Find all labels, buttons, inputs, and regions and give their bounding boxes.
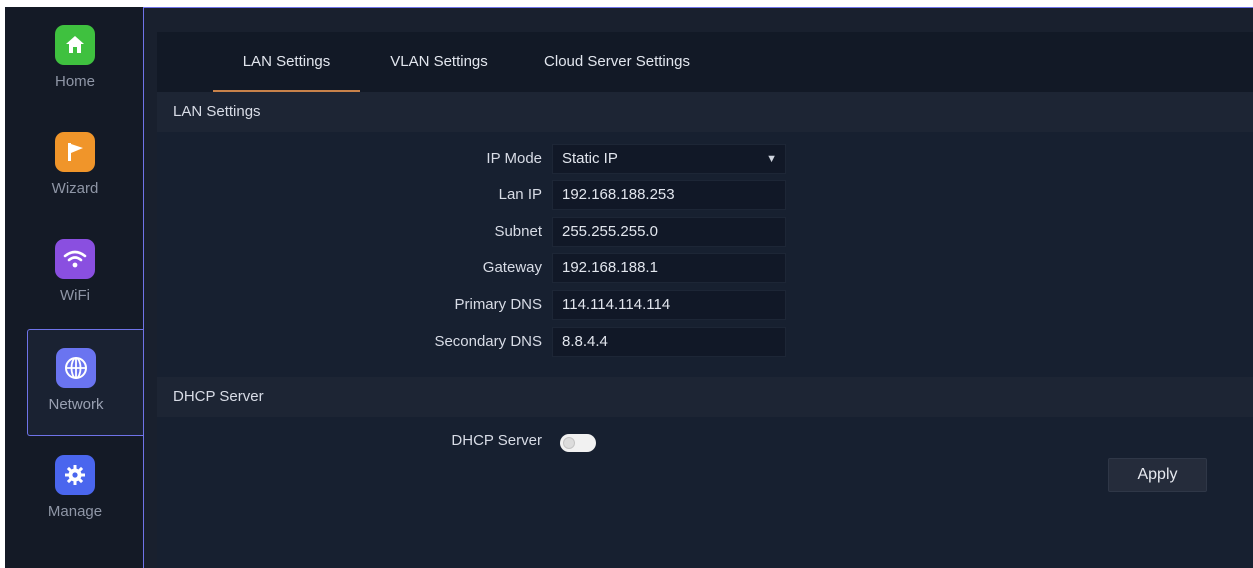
gateway-input[interactable]: 192.168.188.1 <box>552 253 786 283</box>
subnet-row: Subnet 255.255.255.0 <box>157 217 1253 247</box>
sidebar-item-label: Manage <box>47 503 103 520</box>
lan-ip-row: Lan IP 192.168.188.253 <box>157 180 1253 210</box>
sidebar-item-label: Wizard <box>51 180 99 197</box>
screen: Home Wizard WiFi Network Manage LAN Sett… <box>0 0 1253 568</box>
subnet-input[interactable]: 255.255.255.0 <box>552 217 786 247</box>
tab-cloud-server-settings[interactable]: Cloud Server Settings <box>527 32 707 92</box>
flag-icon <box>55 132 95 172</box>
section-header-dhcp: DHCP Server <box>157 377 1253 417</box>
dropdown-arrow-icon: ▼ <box>766 153 777 165</box>
sidebar-item-label: Network <box>48 396 104 413</box>
home-icon <box>55 25 95 65</box>
dhcp-server-row: DHCP Server <box>157 430 1253 460</box>
primary-dns-input[interactable]: 114.114.114.114 <box>552 290 786 320</box>
sidebar: Home Wizard WiFi Network Manage <box>5 7 143 568</box>
toggle-knob <box>563 437 575 449</box>
section-header-lan: LAN Settings <box>157 92 1253 132</box>
subnet-label: Subnet <box>494 223 542 240</box>
secondary-dns-input[interactable]: 8.8.4.4 <box>552 327 786 357</box>
lan-ip-label: Lan IP <box>498 186 542 203</box>
section-title: LAN Settings <box>173 103 261 120</box>
ip-mode-row: IP Mode Static IP ▼ <box>157 144 1253 174</box>
router-admin-app: Home Wizard WiFi Network Manage LAN Sett… <box>5 7 1253 568</box>
ip-mode-label: IP Mode <box>486 150 542 167</box>
sidebar-item-manage[interactable]: Manage <box>27 437 143 544</box>
sidebar-item-wizard[interactable]: Wizard <box>27 114 143 221</box>
globe-icon <box>56 348 96 388</box>
dhcp-server-label: DHCP Server <box>451 432 542 449</box>
content-area: LAN Settings VLAN Settings Cloud Server … <box>157 32 1253 568</box>
sidebar-item-label: WiFi <box>60 287 90 304</box>
apply-button[interactable]: Apply <box>1108 458 1207 492</box>
sidebar-item-wifi[interactable]: WiFi <box>27 221 143 328</box>
lan-ip-input[interactable]: 192.168.188.253 <box>552 180 786 210</box>
section-title: DHCP Server <box>173 388 264 405</box>
main-panel: LAN Settings VLAN Settings Cloud Server … <box>143 7 1253 568</box>
tab-vlan-settings[interactable]: VLAN Settings <box>379 32 499 92</box>
primary-dns-row: Primary DNS 114.114.114.114 <box>157 290 1253 320</box>
wifi-icon <box>55 239 95 279</box>
sidebar-item-label: Home <box>54 73 95 90</box>
gear-icon <box>55 455 95 495</box>
tab-bar: LAN Settings VLAN Settings Cloud Server … <box>157 32 1253 92</box>
primary-dns-label: Primary DNS <box>454 296 542 313</box>
gateway-row: Gateway 192.168.188.1 <box>157 253 1253 283</box>
sidebar-item-home[interactable]: Home <box>27 7 143 114</box>
sidebar-item-network[interactable]: Network <box>27 329 143 436</box>
gateway-label: Gateway <box>482 259 542 276</box>
ip-mode-value: Static IP <box>562 150 618 167</box>
dhcp-server-toggle[interactable] <box>560 434 596 452</box>
ip-mode-select[interactable]: Static IP ▼ <box>552 144 786 174</box>
secondary-dns-row: Secondary DNS 8.8.4.4 <box>157 327 1253 357</box>
tab-lan-settings[interactable]: LAN Settings <box>213 32 360 92</box>
secondary-dns-label: Secondary DNS <box>434 333 542 350</box>
